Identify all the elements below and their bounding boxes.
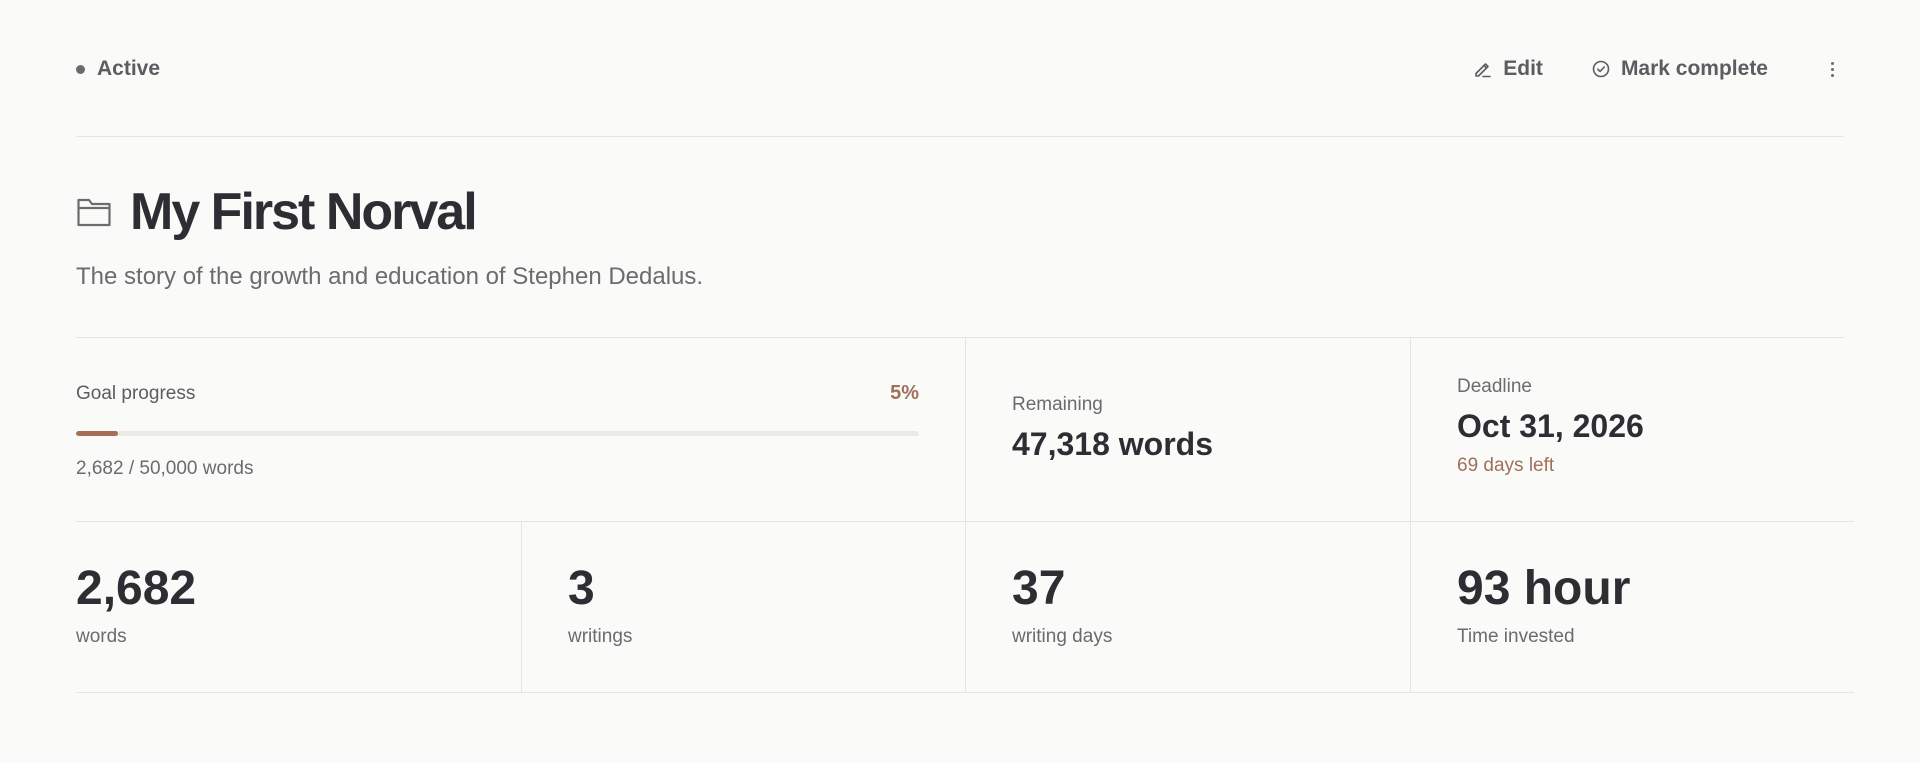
metric-time-invested: 93 hour Time invested (1410, 522, 1854, 693)
metric-label: writings (568, 626, 633, 647)
header-actions: Edit Mark complete (1473, 51, 1844, 87)
mark-complete-button[interactable]: Mark complete (1591, 51, 1768, 87)
metric-label: words (76, 626, 127, 647)
deadline-label: Deadline (1457, 376, 1532, 397)
project-page: Active Edit Mark complete My First Norva… (0, 0, 1920, 762)
status-label: Active (97, 57, 161, 80)
goal-progress-summary: 2,682 / 50,000 words (76, 458, 254, 479)
deadline-date: Oct 31, 2026 (1457, 408, 1644, 444)
page-title: My First Norval (130, 183, 478, 241)
metric-label: Time invested (1457, 626, 1575, 647)
metric-writings: 3 writings (521, 522, 965, 693)
remaining-value: 47,318 words (1012, 426, 1213, 462)
goal-progress-percent: 5% (890, 382, 919, 404)
goal-progress-fill (76, 431, 119, 436)
pencil-icon (1473, 59, 1493, 79)
status-dot-icon (76, 64, 85, 74)
metric-value: 2,682 (76, 562, 197, 615)
metric-label: writing days (1012, 626, 1113, 647)
metric-writing-days: 37 writing days (965, 522, 1410, 693)
edit-button-label: Edit (1503, 57, 1543, 80)
check-circle-icon (1591, 59, 1611, 79)
remaining-card: Remaining 47,318 words (965, 338, 1410, 522)
metric-value: 93 hour (1457, 562, 1631, 615)
goal-progress-card: Goal progress 5% 2,682 / 50,000 words (76, 338, 965, 522)
stats-grid: Goal progress 5% 2,682 / 50,000 words Re… (76, 338, 1854, 693)
metric-value: 37 (1012, 562, 1066, 615)
remaining-label: Remaining (1012, 394, 1103, 415)
mark-complete-button-label: Mark complete (1620, 57, 1768, 80)
status-indicator: Active (76, 57, 160, 81)
edit-button[interactable]: Edit (1473, 51, 1543, 87)
days-left: 69 days left (1457, 455, 1555, 476)
deadline-card: Deadline Oct 31, 2026 69 days left (1410, 338, 1854, 522)
more-vertical-icon[interactable] (1820, 54, 1844, 84)
goal-progress-label: Goal progress (76, 382, 196, 404)
project-heading: My First Norval The story of the growth … (76, 137, 1844, 338)
header-bar: Active Edit Mark complete (76, 0, 1844, 137)
metric-words: 2,682 words (76, 522, 521, 693)
project-description: The story of the growth and education of… (76, 263, 704, 290)
folder-icon (76, 195, 112, 229)
goal-progress-bar (76, 431, 919, 436)
metric-value: 3 (568, 562, 595, 615)
